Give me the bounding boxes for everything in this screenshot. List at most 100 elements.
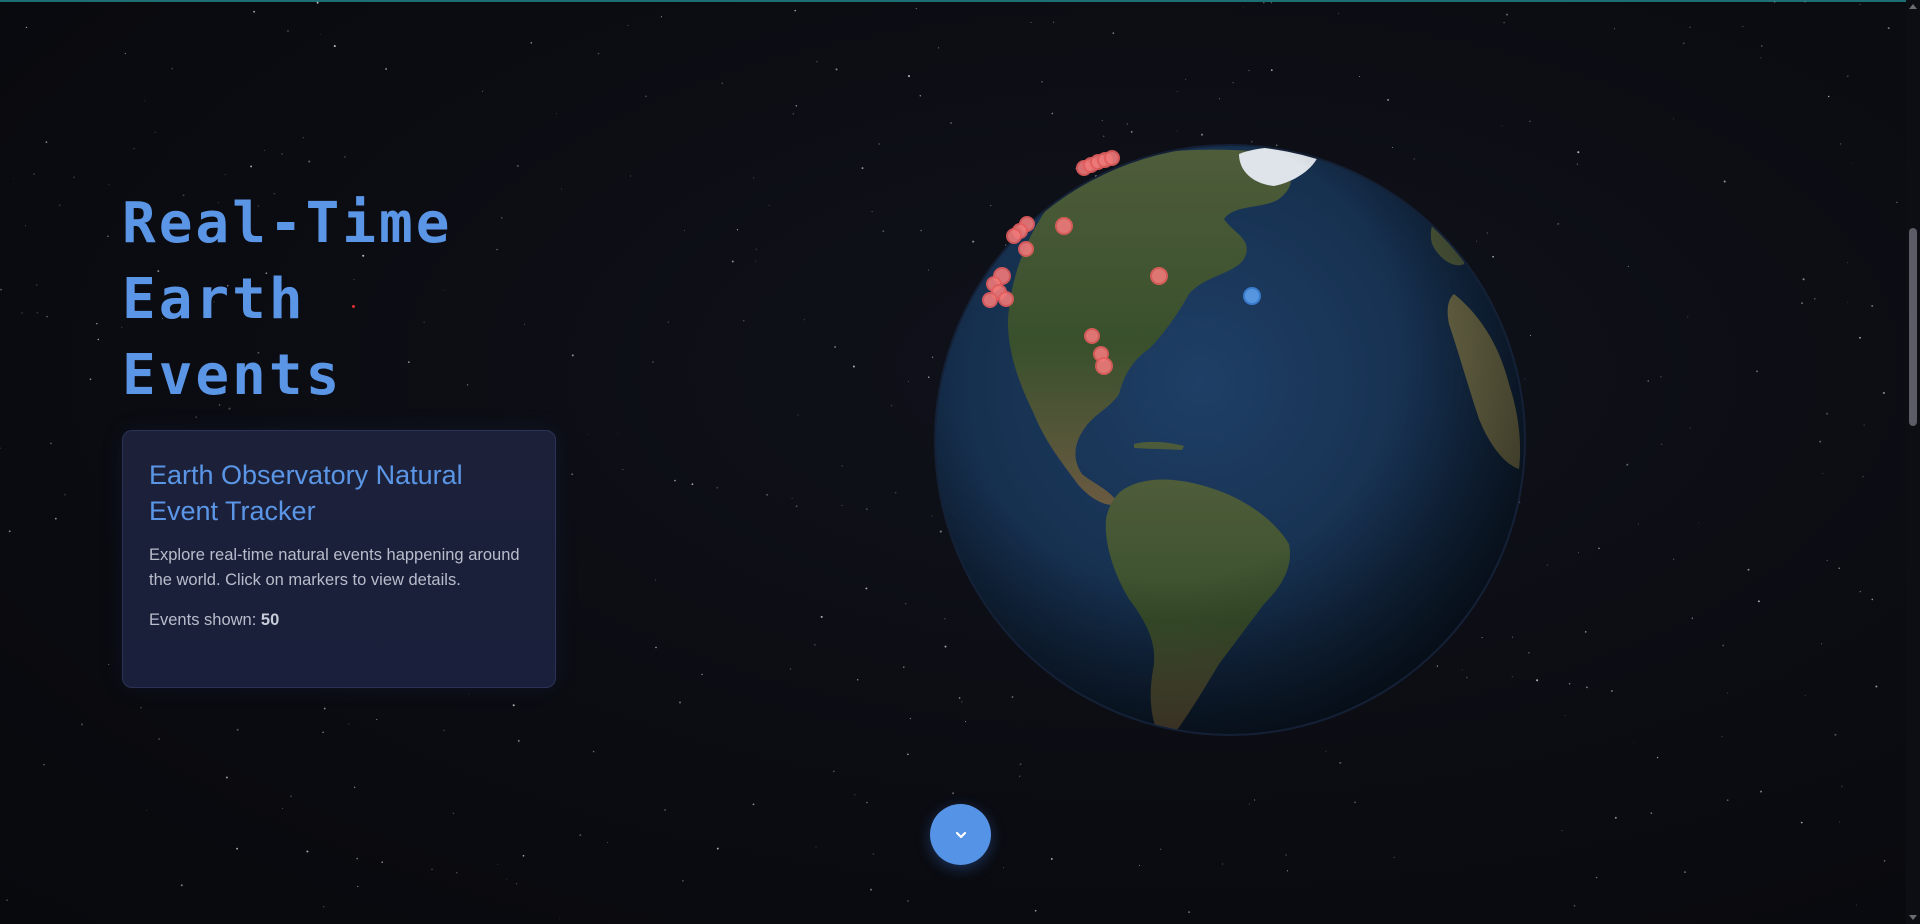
star: [938, 47, 940, 49]
event-marker[interactable]: [1104, 150, 1120, 166]
star: [1847, 262, 1848, 264]
star: [13, 177, 15, 179]
star: [1184, 78, 1187, 81]
star: [869, 888, 873, 891]
globe[interactable]: [934, 144, 1526, 736]
star: [1800, 821, 1803, 824]
scroll-down-button[interactable]: [930, 804, 991, 865]
star: [660, 16, 662, 18]
scrollbar-thumb[interactable]: [1909, 228, 1917, 426]
star: [791, 497, 793, 499]
star: [655, 646, 657, 649]
star: [721, 82, 724, 84]
star: [1578, 552, 1579, 554]
star: [1756, 370, 1758, 373]
event-marker[interactable]: [1018, 241, 1034, 257]
event-marker[interactable]: [1055, 217, 1073, 235]
star: [587, 433, 589, 435]
star: [852, 365, 855, 368]
star: [667, 321, 669, 323]
star: [1760, 790, 1762, 793]
star: [73, 176, 76, 179]
star: [1242, 6, 1244, 8]
star: [1338, 12, 1340, 14]
star: [1614, 816, 1617, 819]
star: [903, 666, 905, 668]
globe-svg[interactable]: [934, 144, 1526, 736]
star: [1839, 143, 1842, 145]
star: [49, 442, 52, 445]
scrollbar-down-arrow[interactable]: [1909, 915, 1917, 920]
event-marker[interactable]: [1243, 287, 1261, 305]
star: [1673, 118, 1675, 120]
star: [906, 899, 910, 903]
star: [308, 160, 311, 163]
star: [1647, 380, 1649, 382]
star: [915, 8, 917, 10]
star: [1546, 564, 1549, 566]
chevron-down-icon: [955, 831, 966, 838]
star: [1002, 867, 1004, 869]
star: [1822, 472, 1824, 474]
star: [716, 486, 719, 489]
star: [622, 469, 624, 470]
star: [1339, 761, 1342, 764]
star: [33, 173, 35, 175]
star: [89, 378, 92, 381]
star: [857, 679, 859, 681]
star: [1506, 13, 1509, 16]
star: [1138, 864, 1140, 866]
hero-title-line-2: Earth: [122, 267, 306, 332]
event-marker[interactable]: [1095, 357, 1113, 375]
star: [559, 918, 560, 920]
event-marker[interactable]: [1084, 328, 1100, 344]
star: [571, 473, 574, 476]
star: [833, 770, 835, 773]
star: [1801, 302, 1803, 304]
star: [1528, 651, 1530, 654]
star: [1250, 140, 1253, 143]
star: [36, 312, 38, 314]
star: [931, 515, 933, 517]
event-marker[interactable]: [982, 292, 998, 308]
hero-title: Real-Time Earth Events: [122, 186, 542, 414]
star: [752, 803, 755, 806]
star: [645, 95, 647, 98]
star: [871, 211, 873, 213]
star: [25, 26, 28, 29]
star: [158, 738, 160, 740]
star: [1826, 559, 1828, 562]
star: [58, 204, 61, 207]
star: [506, 879, 508, 881]
page-scrollbar[interactable]: [1906, 0, 1920, 924]
star: [35, 284, 38, 286]
star: [64, 493, 66, 496]
star: [1577, 151, 1580, 154]
star: [1660, 443, 1663, 446]
scrollbar-up-arrow[interactable]: [1909, 4, 1917, 9]
event-marker[interactable]: [1150, 267, 1168, 285]
star: [468, 693, 470, 695]
star: [1871, 304, 1874, 307]
star: [452, 812, 455, 815]
star: [1846, 301, 1848, 303]
star: [1112, 32, 1115, 34]
star: [1598, 547, 1600, 550]
star: [1841, 785, 1843, 787]
star: [865, 587, 868, 590]
star: [236, 728, 239, 731]
star: [1804, 695, 1806, 697]
star: [356, 857, 359, 860]
star: [627, 24, 629, 26]
star: [1176, 91, 1178, 92]
star: [835, 68, 838, 71]
star: [1742, 25, 1744, 28]
event-marker[interactable]: [998, 291, 1014, 307]
event-marker[interactable]: [1006, 228, 1022, 244]
star: [1501, 125, 1503, 127]
star: [907, 753, 909, 756]
star: [592, 750, 595, 753]
star: [803, 319, 805, 321]
cursor-dot: [352, 305, 355, 308]
star: [1774, 1, 1776, 3]
